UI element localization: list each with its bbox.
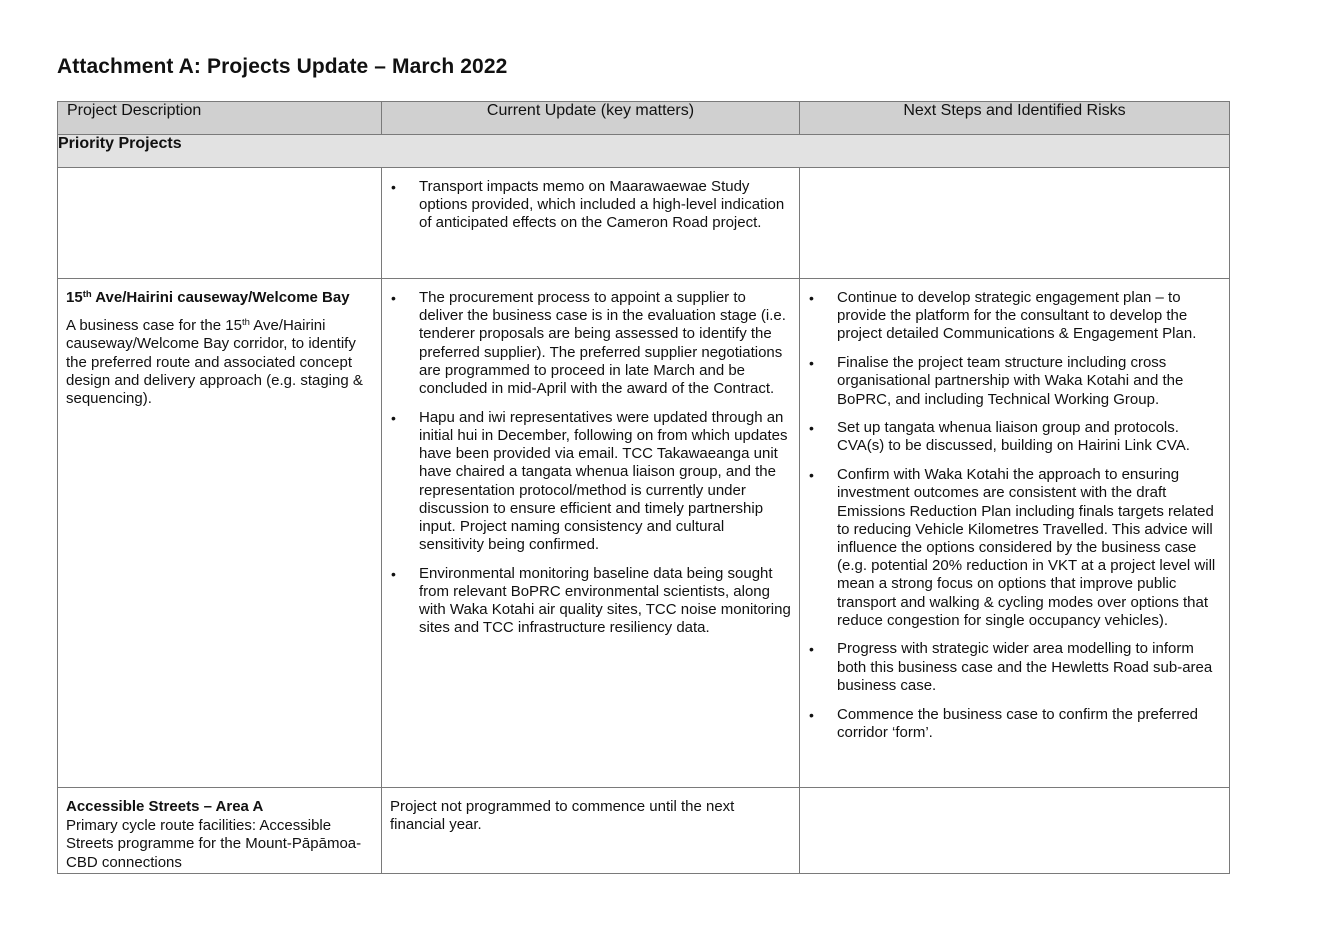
list-item: Hapu and iwi representatives were update… [390, 409, 791, 555]
list-item: The procurement process to appoint a sup… [390, 289, 791, 398]
list-item: Continue to develop strategic engagement… [808, 289, 1221, 344]
current-update-cell: The procurement process to appoint a sup… [381, 278, 800, 788]
next-steps-cell [799, 167, 1230, 279]
description-cell [57, 167, 382, 279]
list-item: Transport impacts memo on Maarawaewae St… [390, 178, 791, 233]
description-cell: 15th Ave/Hairini causeway/Welcome Bay A … [57, 278, 382, 788]
list-item: Progress with strategic wider area model… [808, 640, 1221, 695]
next-steps-list: Continue to develop strategic engagement… [808, 289, 1221, 742]
project-description: Primary cycle route facilities: Accessib… [66, 817, 362, 871]
table-header-row: Project Description Current Update (key … [57, 101, 1230, 135]
header-project-description: Project Description [57, 101, 382, 135]
section-row: Priority Projects [57, 134, 1230, 168]
header-next-steps: Next Steps and Identified Risks [799, 101, 1230, 135]
projects-table: Project Description Current Update (key … [57, 101, 1230, 874]
project-description: A business case for the 15th Ave/Hairini… [66, 317, 363, 408]
table-row: Accessible Streets – Area A Primary cycl… [57, 787, 1230, 874]
current-update-cell: Transport impacts memo on Maarawaewae St… [381, 167, 800, 279]
table-row: Transport impacts memo on Maarawaewae St… [57, 167, 1230, 279]
list-item: Confirm with Waka Kotahi the approach to… [808, 466, 1221, 630]
list-item: Finalise the project team structure incl… [808, 354, 1221, 409]
list-item: Set up tangata whenua liaison group and … [808, 419, 1221, 455]
current-update-text: Project not programmed to commence until… [390, 798, 735, 834]
header-current-update: Current Update (key matters) [381, 101, 800, 135]
description-cell: Accessible Streets – Area A Primary cycl… [57, 787, 382, 874]
project-title: 15th Ave/Hairini causeway/Welcome Bay [66, 289, 350, 306]
project-title: Accessible Streets – Area A [66, 798, 264, 815]
current-update-cell: Project not programmed to commence until… [381, 787, 800, 874]
list-item: Commence the business case to confirm th… [808, 706, 1221, 742]
section-label-priority-projects: Priority Projects [57, 134, 1230, 168]
table-row: 15th Ave/Hairini causeway/Welcome Bay A … [57, 278, 1230, 788]
next-steps-cell: Continue to develop strategic engagement… [799, 278, 1230, 788]
page-title: Attachment A: Projects Update – March 20… [57, 55, 508, 78]
current-update-list: The procurement process to appoint a sup… [390, 289, 791, 638]
list-item: Environmental monitoring baseline data b… [390, 565, 791, 638]
current-update-list: Transport impacts memo on Maarawaewae St… [390, 178, 791, 233]
next-steps-cell [799, 787, 1230, 874]
